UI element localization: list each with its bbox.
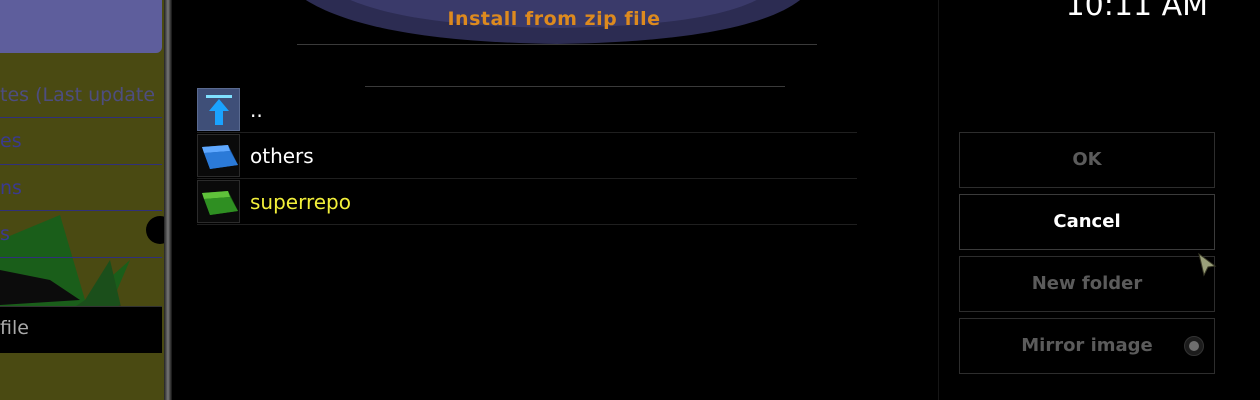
background-menu-item: s [0,223,10,245]
background-menu-item: tes (Last update [0,84,156,106]
file-name: superrepo [250,190,351,214]
dialog-border [164,0,172,400]
file-row-superrepo[interactable]: superrepo [197,179,857,225]
ok-button[interactable]: OK [959,132,1215,188]
dialog-title: Install from zip file [447,8,661,30]
background-footer-label: file [0,317,29,339]
background-divider [0,164,162,165]
mirror-image-label: Mirror image [1021,335,1153,356]
title-divider [297,44,817,45]
file-name: .. [250,98,263,122]
parent-folder-icon [197,88,240,131]
background-divider [0,210,162,211]
clock: 10:11 AM [1065,0,1208,23]
mouse-cursor-icon [1198,252,1217,277]
background-panel: tes (Last update es ns s file [0,0,170,400]
background-menu-item: es [0,130,22,152]
mirror-image-toggle[interactable]: Mirror image [959,318,1215,374]
file-browser-dialog: Install from zip file .. others superrep… [172,0,1260,400]
background-divider [0,257,162,258]
background-menu-item: ns [0,177,22,199]
background-footer: file [0,306,162,353]
folder-icon [197,180,240,223]
panel-divider [938,0,939,400]
file-name: others [250,144,314,168]
new-folder-button[interactable]: New folder [959,256,1215,312]
cancel-button[interactable]: Cancel [959,194,1215,250]
file-row-others[interactable]: others [197,133,857,179]
background-divider [0,117,162,118]
folder-icon [197,134,240,177]
file-row-parent[interactable]: .. [197,87,857,133]
radio-toggle-icon [1184,336,1204,356]
